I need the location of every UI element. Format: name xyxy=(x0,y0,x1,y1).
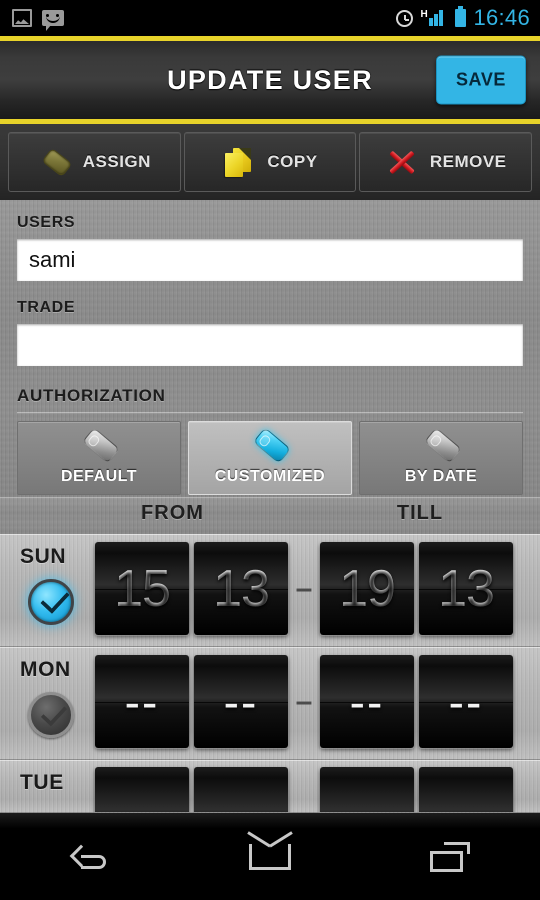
tab-by-date-label: BY DATE xyxy=(404,468,478,485)
alarm-icon xyxy=(396,9,414,27)
time-tiles-mon: -- -- – -- -- xyxy=(95,655,518,748)
time-separator xyxy=(293,767,315,812)
till-hour-mon[interactable]: -- xyxy=(320,655,414,748)
from-hour-tue[interactable] xyxy=(95,767,189,812)
action-bar: ASSIGN COPY REMOVE xyxy=(0,124,540,200)
authorization-label: AUTHORIZATION xyxy=(17,386,166,405)
status-bar-clock: 16:46 xyxy=(473,5,530,30)
key-icon-grey xyxy=(73,426,125,466)
day-label-tue: TUE xyxy=(20,771,64,794)
day-label-mon: MON xyxy=(20,658,71,681)
signal-icon: H xyxy=(420,10,448,26)
assign-button[interactable]: ASSIGN xyxy=(8,132,181,192)
from-minute-tue[interactable] xyxy=(194,767,288,812)
nav-recents-button[interactable] xyxy=(390,813,510,900)
till-minute-sun[interactable]: 13 xyxy=(419,542,513,635)
key-icon xyxy=(38,145,73,179)
copy-pages-icon xyxy=(222,145,256,179)
authorization-divider xyxy=(17,412,523,414)
red-x-icon xyxy=(385,145,419,179)
schedule-header: FROM TILL xyxy=(0,497,540,534)
nav-back-button[interactable] xyxy=(30,813,150,900)
status-bar-system: H 16:46 xyxy=(396,5,540,30)
copy-button-label: COPY xyxy=(267,152,318,171)
till-hour-sun[interactable]: 19 xyxy=(320,542,414,635)
network-type-label: H xyxy=(420,9,428,20)
sms-icon xyxy=(42,10,64,31)
save-button[interactable]: SAVE xyxy=(436,55,526,105)
users-input[interactable]: sami xyxy=(17,239,523,281)
tab-default[interactable]: DEFAULT xyxy=(17,421,181,495)
battery-icon xyxy=(455,6,467,27)
back-icon xyxy=(69,844,107,870)
recents-icon xyxy=(430,841,470,872)
status-bar: H 16:46 xyxy=(0,0,540,36)
trade-label: TRADE xyxy=(17,299,76,316)
users-label: USERS xyxy=(17,214,76,231)
from-minute-mon[interactable]: -- xyxy=(194,655,288,748)
remove-button[interactable]: REMOVE xyxy=(359,132,533,192)
page-title: UPDATE USER xyxy=(167,64,373,95)
tab-customized-label: CUSTOMIZED xyxy=(214,468,326,485)
android-nav-bar xyxy=(0,813,540,900)
key-icon-grey xyxy=(415,426,467,466)
till-hour-tue[interactable] xyxy=(320,767,414,812)
copy-button[interactable]: COPY xyxy=(183,132,357,192)
day-toggle-mon[interactable] xyxy=(28,692,74,738)
tab-customized[interactable]: CUSTOMIZED xyxy=(188,421,352,495)
day-label-sun: SUN xyxy=(20,545,67,568)
tab-default-label: DEFAULT xyxy=(60,468,138,485)
time-tiles-sun: 15 13 – 19 13 xyxy=(95,542,518,635)
time-separator: – xyxy=(295,684,313,718)
key-icon-blue xyxy=(244,426,296,466)
status-bar-notifications xyxy=(0,9,64,31)
till-minute-mon[interactable]: -- xyxy=(419,655,513,748)
nav-home-button[interactable] xyxy=(210,813,330,900)
table-row: SUN 15 13 – 19 13 xyxy=(0,534,540,647)
from-minute-sun[interactable]: 13 xyxy=(194,542,288,635)
tab-by-date[interactable]: BY DATE xyxy=(359,421,523,495)
gallery-icon xyxy=(12,9,32,27)
title-bar: UPDATE USER SAVE xyxy=(0,36,540,124)
table-row: TUE xyxy=(0,760,540,813)
assign-button-label: ASSIGN xyxy=(82,152,151,171)
time-tiles-tue xyxy=(95,767,518,812)
time-separator: – xyxy=(295,571,313,605)
till-minute-tue[interactable] xyxy=(419,767,513,812)
user-form: USERS sami TRADE AUTHORIZATION DEFAULT C… xyxy=(0,200,540,497)
authorization-tabs: DEFAULT CUSTOMIZED BY DATE xyxy=(17,421,523,495)
trade-input[interactable] xyxy=(17,324,523,366)
table-row: MON -- -- – -- -- xyxy=(0,647,540,760)
till-header: TILL xyxy=(396,502,444,524)
from-hour-mon[interactable]: -- xyxy=(95,655,189,748)
from-header: FROM xyxy=(141,502,204,524)
day-toggle-sun[interactable] xyxy=(28,579,74,625)
home-icon xyxy=(249,843,291,870)
remove-button-label: REMOVE xyxy=(429,152,507,171)
from-hour-sun[interactable]: 15 xyxy=(95,542,189,635)
